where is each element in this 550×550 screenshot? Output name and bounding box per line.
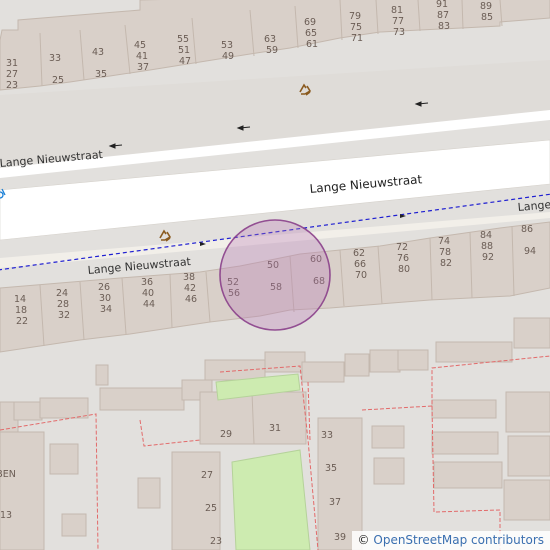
svg-text:89: 89 [480, 1, 492, 12]
svg-text:35: 35 [95, 69, 107, 80]
svg-text:46: 46 [185, 294, 197, 305]
svg-text:77: 77 [392, 16, 404, 27]
svg-text:14: 14 [14, 294, 26, 305]
svg-text:51: 51 [178, 45, 190, 56]
svg-text:24: 24 [56, 288, 68, 299]
svg-text:18: 18 [15, 305, 27, 316]
svg-text:92: 92 [482, 252, 494, 263]
svg-text:23: 23 [6, 80, 18, 91]
svg-text:87: 87 [437, 10, 449, 21]
svg-text:22: 22 [16, 316, 28, 327]
svg-text:23: 23 [210, 536, 222, 547]
svg-text:79: 79 [349, 11, 361, 22]
svg-text:47: 47 [179, 56, 191, 67]
svg-text:13: 13 [0, 510, 12, 521]
svg-text:42: 42 [184, 283, 196, 294]
svg-text:86: 86 [521, 224, 533, 235]
svg-text:84: 84 [480, 230, 492, 241]
location-marker[interactable] [219, 219, 331, 331]
svg-text:38: 38 [183, 272, 195, 283]
svg-text:62: 62 [353, 248, 365, 259]
svg-text:BEN: BEN [0, 469, 16, 480]
svg-text:36: 36 [141, 277, 153, 288]
svg-text:69: 69 [304, 17, 316, 28]
svg-text:37: 37 [329, 497, 341, 508]
svg-text:33: 33 [49, 53, 61, 64]
svg-text:39: 39 [334, 532, 346, 543]
svg-text:78: 78 [439, 247, 451, 258]
svg-text:70: 70 [355, 270, 367, 281]
svg-text:29: 29 [220, 429, 232, 440]
svg-text:34: 34 [100, 304, 112, 315]
svg-text:49: 49 [222, 51, 234, 62]
svg-text:61: 61 [306, 39, 318, 50]
osm-attribution-link[interactable]: OpenStreetMap contributors [373, 533, 544, 547]
svg-text:28: 28 [57, 299, 69, 310]
svg-text:71: 71 [351, 33, 363, 44]
svg-text:37: 37 [137, 62, 149, 73]
svg-text:27: 27 [6, 69, 18, 80]
svg-text:91: 91 [436, 0, 448, 10]
svg-text:35: 35 [325, 463, 337, 474]
svg-text:45: 45 [134, 40, 146, 51]
svg-text:88: 88 [481, 241, 493, 252]
svg-text:31: 31 [269, 423, 281, 434]
svg-text:27: 27 [201, 470, 213, 481]
svg-text:72: 72 [396, 242, 408, 253]
svg-text:76: 76 [397, 253, 409, 264]
svg-text:82: 82 [440, 258, 452, 269]
svg-text:32: 32 [58, 310, 70, 321]
svg-text:43: 43 [92, 47, 104, 58]
svg-text:31: 31 [6, 58, 18, 69]
svg-text:80: 80 [398, 264, 410, 275]
street-label-right: Lange [517, 198, 550, 214]
svg-text:33: 33 [321, 430, 333, 441]
svg-text:30: 30 [99, 293, 111, 304]
svg-text:83: 83 [438, 21, 450, 32]
svg-text:26: 26 [98, 282, 110, 293]
svg-text:25: 25 [205, 503, 217, 514]
svg-text:63: 63 [264, 34, 276, 45]
svg-text:55: 55 [177, 34, 189, 45]
svg-text:65: 65 [305, 28, 317, 39]
svg-text:66: 66 [354, 259, 366, 270]
map-canvas[interactable]: Lange Nieuwstraat Lange Nieuwstraat Lang… [0, 0, 550, 550]
svg-text:40: 40 [142, 288, 154, 299]
svg-text:73: 73 [393, 27, 405, 38]
svg-text:75: 75 [350, 22, 362, 33]
svg-text:53: 53 [221, 40, 233, 51]
svg-text:94: 94 [524, 246, 536, 257]
svg-text:81: 81 [391, 5, 403, 16]
svg-text:85: 85 [481, 12, 493, 23]
svg-text:25: 25 [52, 75, 64, 86]
svg-text:44: 44 [143, 299, 155, 310]
svg-text:74: 74 [438, 236, 450, 247]
svg-text:59: 59 [266, 45, 278, 56]
svg-text:41: 41 [136, 51, 148, 62]
copyright-symbol: © [357, 533, 370, 547]
map-attribution: © OpenStreetMap contributors [351, 531, 550, 550]
